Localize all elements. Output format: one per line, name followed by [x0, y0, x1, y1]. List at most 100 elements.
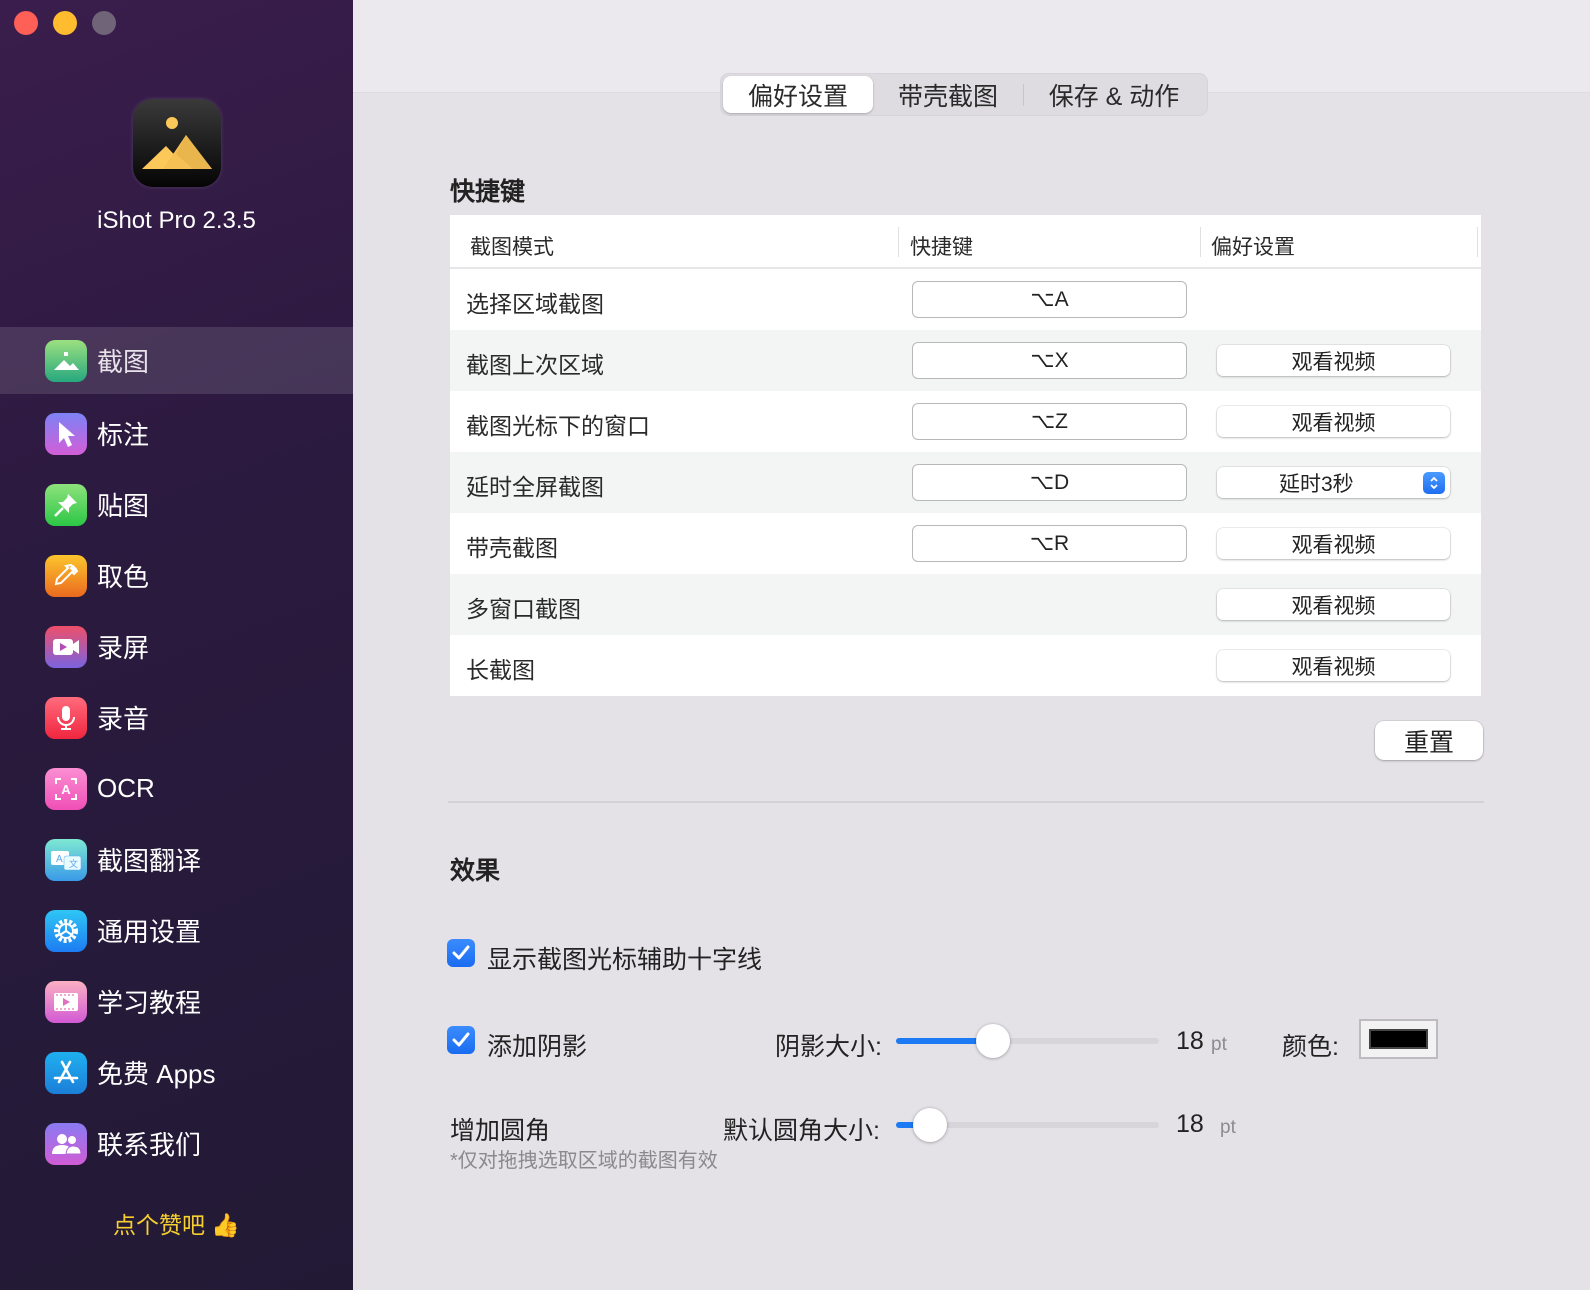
- window-controls: [14, 11, 116, 35]
- checkmark-icon: [452, 1032, 470, 1047]
- shortcut-field[interactable]: ⌥Z: [912, 403, 1187, 440]
- sidebar-item-screenshot[interactable]: 截图: [0, 327, 353, 394]
- mode-name: 截图光标下的窗口: [466, 413, 650, 439]
- tab-bar: 偏好设置 带壳截图 保存 & 动作: [720, 73, 1208, 116]
- shortcut-field[interactable]: ⌥R: [912, 525, 1187, 562]
- close-window-button[interactable]: [14, 11, 38, 35]
- mode-name: 长截图: [466, 657, 535, 683]
- translate-icon: A文: [45, 838, 87, 881]
- tab-device-frame[interactable]: 带壳截图: [873, 76, 1023, 113]
- shortcut-field[interactable]: ⌥A: [912, 281, 1187, 318]
- corner-size-slider[interactable]: [896, 1108, 1159, 1142]
- corner-note: *仅对拖拽选取区域的截图有效: [450, 1150, 718, 1172]
- shortcut-field[interactable]: ⌥X: [912, 342, 1187, 379]
- annotate-cursor-icon: [45, 412, 87, 455]
- sidebar-item-label: 截图: [97, 347, 150, 377]
- sidebar-item-general-settings[interactable]: 通用设置: [0, 895, 353, 966]
- sidebar-item-annotate[interactable]: 标注: [0, 398, 353, 469]
- sidebar-item-label: 录屏: [97, 633, 150, 663]
- section-divider: [448, 801, 1484, 803]
- shadow-label: 添加阴影: [487, 1033, 588, 1061]
- column-separator: [898, 227, 899, 257]
- main-panel: 偏好设置 带壳截图 保存 & 动作 快捷键 截图模式 快捷键 偏好设置 选择区域…: [353, 0, 1590, 1290]
- column-header-shortcut[interactable]: 快捷键: [910, 231, 973, 261]
- sidebar-item-pin[interactable]: 贴图: [0, 469, 353, 540]
- mode-name: 多窗口截图: [466, 596, 581, 622]
- column-header-preferences[interactable]: 偏好设置: [1211, 231, 1295, 261]
- corner-size-unit: pt: [1220, 1117, 1236, 1138]
- table-row: 多窗口截图 观看视频: [450, 574, 1481, 635]
- table-row: 截图光标下的窗口 ⌥Z 观看视频: [450, 391, 1481, 452]
- sidebar-item-label: 录音: [97, 704, 150, 734]
- watch-video-button[interactable]: 观看视频: [1217, 345, 1450, 376]
- table-row: 选择区域截图 ⌥A: [450, 269, 1481, 330]
- corner-size-value: 18: [1176, 1110, 1204, 1138]
- table-row: 延时全屏截图 ⌥D 延时3秒: [450, 452, 1481, 513]
- people-icon: [45, 1122, 87, 1165]
- gear-icon: [45, 909, 87, 952]
- shortcut-field[interactable]: ⌥D: [912, 464, 1187, 501]
- delay-select-value: 延时3秒: [1279, 472, 1354, 496]
- shadow-size-unit: pt: [1211, 1034, 1227, 1055]
- sidebar-item-label: 联系我们: [97, 1130, 202, 1160]
- column-separator: [1477, 227, 1478, 257]
- shortcuts-table: 截图模式 快捷键 偏好设置 选择区域截图 ⌥A 截图上次区域 ⌥X 观看视频 截…: [450, 215, 1481, 696]
- crosshair-checkbox[interactable]: [447, 939, 475, 967]
- checkmark-icon: [452, 945, 470, 960]
- table-row: 截图上次区域 ⌥X 观看视频: [450, 330, 1481, 391]
- sidebar-item-label: 取色: [97, 562, 150, 592]
- svg-text:A: A: [56, 854, 63, 865]
- sidebar-item-audio-record[interactable]: 录音: [0, 682, 353, 753]
- tab-save-actions[interactable]: 保存 & 动作: [1024, 76, 1204, 113]
- slider-thumb[interactable]: [913, 1108, 948, 1142]
- microphone-icon: [45, 696, 87, 739]
- mode-name: 带壳截图: [466, 535, 558, 561]
- watch-video-button[interactable]: 观看视频: [1217, 406, 1450, 437]
- app-store-icon: [45, 1051, 87, 1094]
- sidebar-item-tutorials[interactable]: 学习教程: [0, 966, 353, 1037]
- mode-name: 截图上次区域: [466, 352, 604, 378]
- chevron-up-down-icon: [1423, 472, 1445, 494]
- sidebar-item-label: 免费 Apps: [97, 1059, 216, 1089]
- watch-video-button[interactable]: 观看视频: [1217, 589, 1450, 620]
- svg-text:文: 文: [69, 858, 78, 869]
- shadow-checkbox[interactable]: [447, 1026, 475, 1054]
- video-camera-icon: [45, 625, 87, 668]
- shadow-size-slider[interactable]: [896, 1024, 1159, 1058]
- shadow-size-value: 18: [1176, 1027, 1204, 1055]
- maximize-window-button[interactable]: [92, 11, 116, 35]
- table-row: 长截图 观看视频: [450, 635, 1481, 696]
- shadow-size-label: 阴影大小:: [775, 1033, 882, 1061]
- mode-name: 选择区域截图: [466, 291, 604, 317]
- sidebar-item-ocr[interactable]: A OCR: [0, 753, 353, 824]
- sidebar-item-label: 通用设置: [97, 917, 202, 947]
- tab-preferences[interactable]: 偏好设置: [723, 76, 873, 113]
- corner-label: 增加圆角: [450, 1117, 551, 1145]
- sidebar-item-label: 学习教程: [97, 988, 202, 1018]
- film-play-icon: [45, 980, 87, 1023]
- watch-video-button[interactable]: 观看视频: [1217, 650, 1450, 681]
- color-swatch: [1369, 1029, 1428, 1049]
- sidebar-item-label: 截图翻译: [97, 846, 202, 876]
- sidebar-item-translate[interactable]: A文 截图翻译: [0, 824, 353, 895]
- app-logo-icon: [133, 99, 221, 187]
- delay-select[interactable]: 延时3秒: [1217, 467, 1450, 498]
- sidebar-item-color-picker[interactable]: 取色: [0, 540, 353, 611]
- mode-name: 延时全屏截图: [466, 474, 604, 500]
- shadow-color-well[interactable]: [1359, 1019, 1438, 1059]
- like-link[interactable]: 点个赞吧 👍: [0, 1206, 353, 1240]
- sidebar-item-label: 贴图: [97, 491, 150, 521]
- table-row: 带壳截图 ⌥R 观看视频: [450, 513, 1481, 574]
- shadow-color-label: 颜色:: [1282, 1033, 1339, 1061]
- minimize-window-button[interactable]: [53, 11, 77, 35]
- watch-video-button[interactable]: 观看视频: [1217, 528, 1450, 559]
- sidebar-item-free-apps[interactable]: 免费 Apps: [0, 1037, 353, 1108]
- crosshair-label: 显示截图光标辅助十字线: [487, 946, 763, 974]
- column-header-mode[interactable]: 截图模式: [470, 231, 554, 261]
- table-header: 截图模式 快捷键 偏好设置: [450, 215, 1481, 269]
- pin-icon: [45, 483, 87, 526]
- column-separator: [1200, 227, 1201, 257]
- sidebar-item-screen-record[interactable]: 录屏: [0, 611, 353, 682]
- reset-button[interactable]: 重置: [1375, 721, 1483, 760]
- sidebar-item-contact[interactable]: 联系我们: [0, 1108, 353, 1179]
